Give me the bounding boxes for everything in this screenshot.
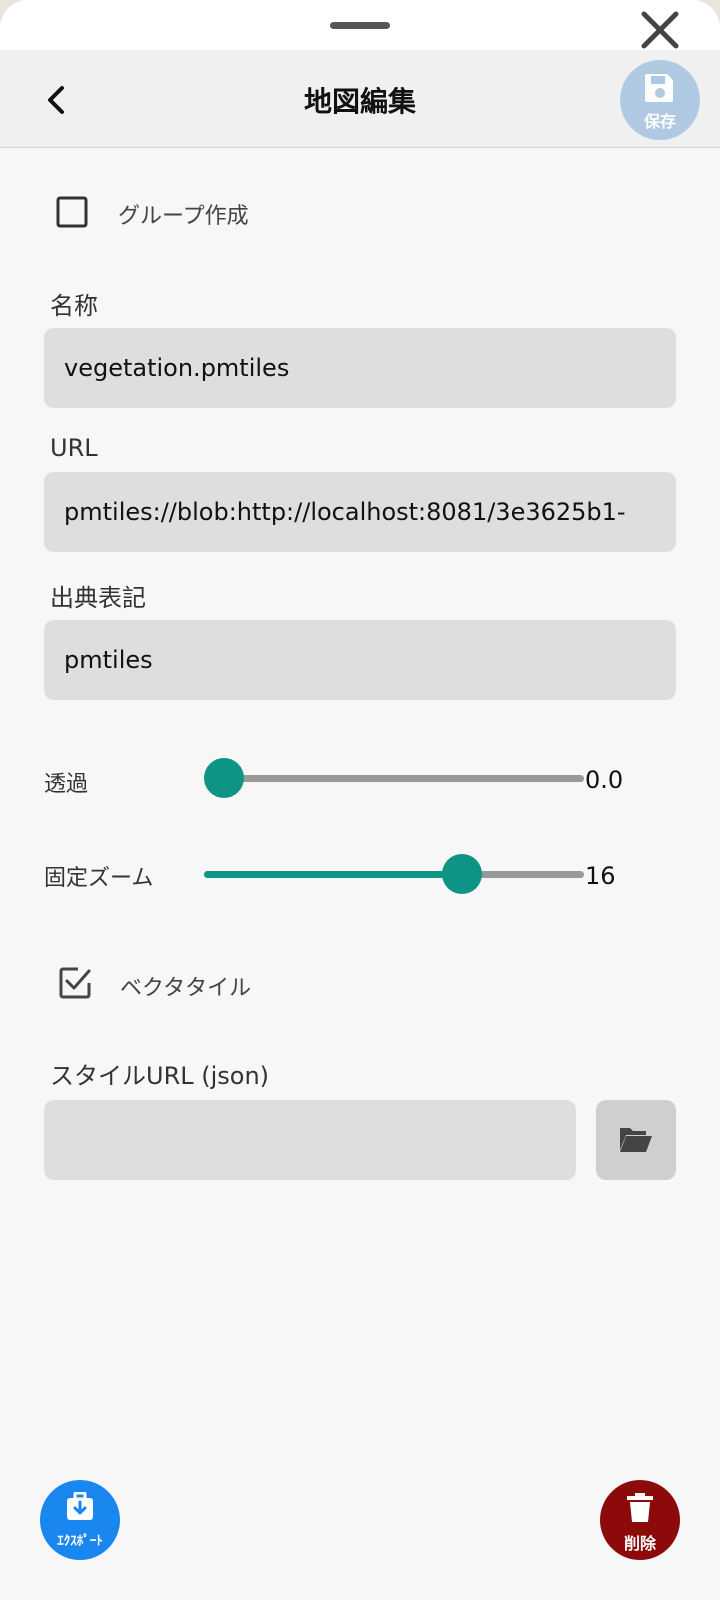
save-icon [645,74,673,102]
group-label: グループ作成 [118,204,249,229]
save-button[interactable]: 保存 [620,60,700,140]
export-label: ｴｸｽﾎﾟｰﾄ [57,1534,103,1549]
fixed-zoom-slider-thumb[interactable] [442,854,482,894]
checkbox-checked-icon [59,967,91,999]
delete-button[interactable]: 削除 [600,1480,680,1560]
browse-folder-button[interactable] [596,1100,676,1180]
transparency-slider-thumb[interactable] [204,758,244,798]
folder-open-icon [620,1128,652,1152]
style-url-label: スタイルURL (json) [50,1062,270,1090]
url-label: URL [50,434,98,462]
attribution-input[interactable]: pmtiles [44,620,676,700]
edit-sheet: 地図編集 保存 グループ作成 名称 vegetation.pmtiles URL… [0,0,720,1600]
page-title: 地図編集 [303,85,416,118]
name-input[interactable]: vegetation.pmtiles [44,328,676,408]
fixed-zoom-label: 固定ズーム [44,866,154,891]
attribution-label: 出典表記 [50,584,146,612]
header-bar: 地図編集 保存 [0,50,720,148]
export-button[interactable]: ｴｸｽﾎﾟｰﾄ [40,1480,120,1560]
checkbox-unchecked-icon [56,196,88,228]
transparency-slider[interactable] [204,758,584,798]
export-briefcase-icon [67,1492,93,1520]
fixed-zoom-slider-fill [204,871,462,878]
fixed-zoom-value: 16 [585,862,616,890]
drag-handle[interactable] [330,22,390,29]
transparency-label: 透過 [44,772,89,797]
trash-icon [627,1493,653,1522]
name-label: 名称 [50,292,98,320]
vector-tile-label: ベクタタイル [120,976,252,1001]
url-input[interactable]: pmtiles://blob:http://localhost:8081/3e3… [44,472,676,552]
sheet-top [0,0,720,50]
save-label: 保存 [643,112,676,131]
transparency-value: 0.0 [585,766,624,794]
vector-tile-checkbox[interactable] [58,966,91,999]
delete-label: 削除 [623,1534,656,1553]
close-button[interactable] [636,6,684,54]
style-url-input[interactable] [44,1100,576,1180]
close-icon [641,11,679,49]
fixed-zoom-slider[interactable] [204,854,584,894]
group-checkbox[interactable] [56,196,88,228]
